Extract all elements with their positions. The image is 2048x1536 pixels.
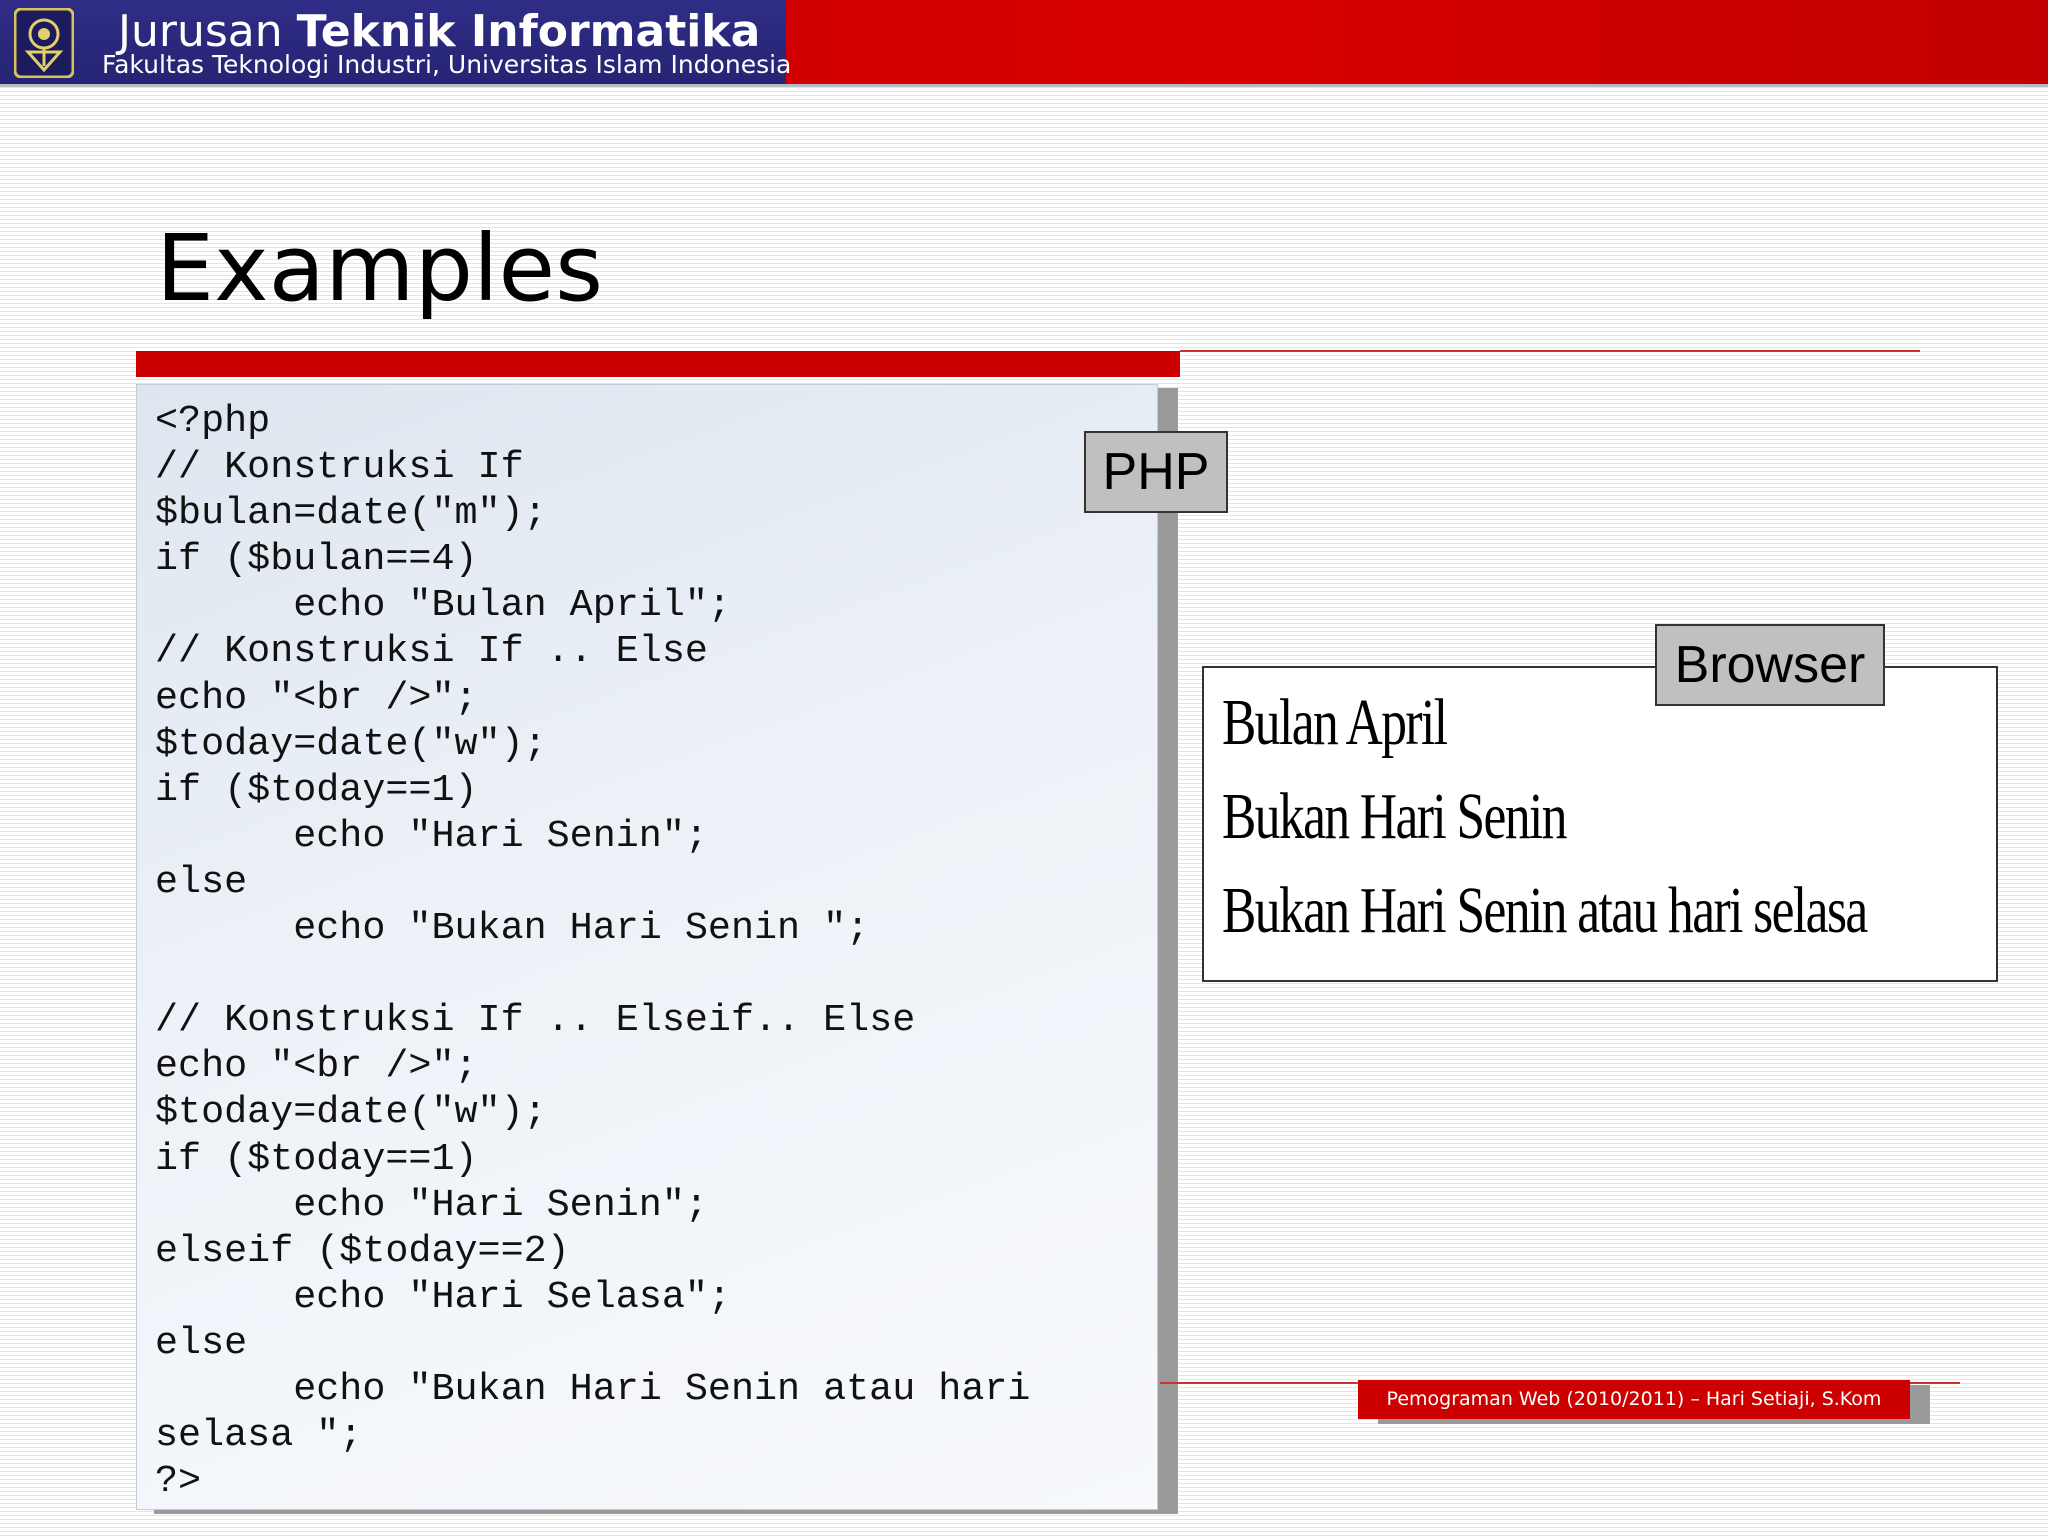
browser-output-line: Bukan Hari Senin: [1222, 780, 1567, 853]
browser-output-line: Bulan April: [1222, 686, 1448, 759]
php-label: PHP: [1084, 431, 1228, 513]
footer-caption: Pemograman Web (2010/2011) – Hari Setiaj…: [1358, 1380, 1910, 1419]
header-branding: Jurusan Teknik Informatika Fakultas Tekn…: [0, 0, 791, 84]
browser-output-line: Bukan Hari Senin atau hari selasa: [1222, 874, 1868, 947]
slide-title: Examples: [156, 215, 604, 322]
browser-label: Browser: [1655, 624, 1885, 706]
title-underline: [136, 351, 1180, 377]
header-divider: [0, 84, 2048, 87]
university-crest-icon: [14, 8, 74, 78]
title-underline-thin: [1180, 350, 1920, 352]
faculty-subtitle: Fakultas Teknologi Industri, Universitas…: [102, 50, 792, 79]
php-code-block: <?php // Konstruksi If $bulan=date("m");…: [155, 399, 1031, 1504]
